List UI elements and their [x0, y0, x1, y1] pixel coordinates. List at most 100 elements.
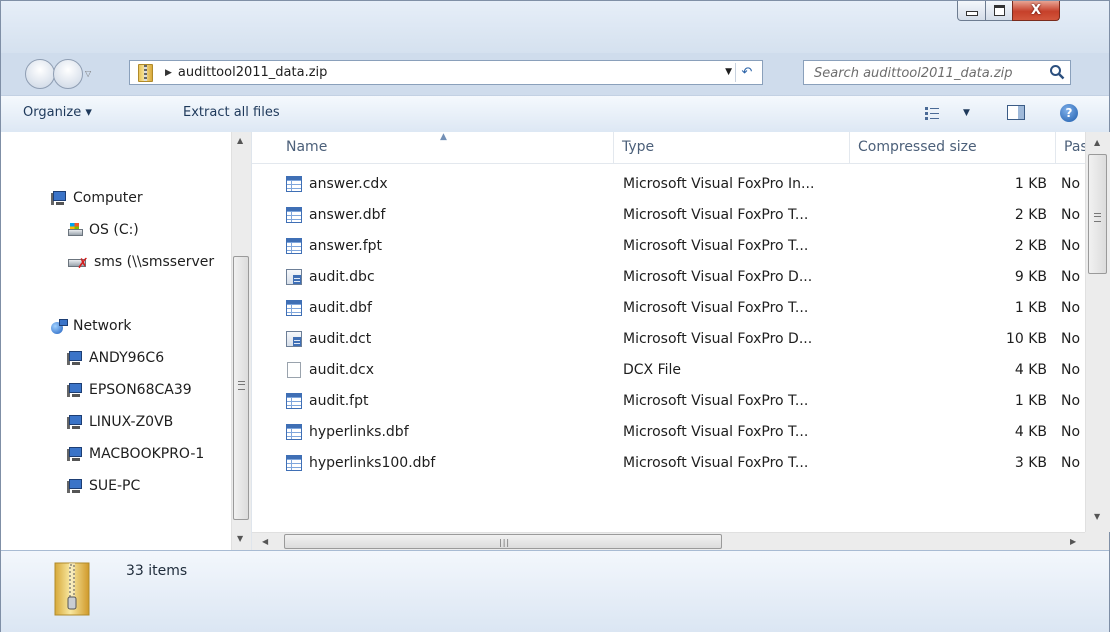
extract-all-button[interactable]: Extract all files: [183, 105, 280, 120]
file-row[interactable]: answer.dbf Microsoft Visual FoxPro T... 2 …: [252, 200, 1085, 230]
column-header-password[interactable]: Password: [1056, 132, 1086, 163]
file-name-cell[interactable]: audit.dbc: [286, 262, 606, 292]
title-bar[interactable]: X: [1, 1, 1109, 53]
file-type: Microsoft Visual FoxPro In...: [623, 176, 815, 192]
file-name: answer.cdx: [309, 176, 388, 192]
scroll-up-arrow-icon[interactable]: ▲: [237, 136, 243, 145]
file-name-cell[interactable]: audit.dct: [286, 324, 606, 354]
column-header-row: ▲ Name Type Compressed size Password: [252, 132, 1086, 164]
minimize-icon: [965, 11, 978, 16]
tree-item-label: Network: [73, 318, 132, 334]
preview-pane-icon[interactable]: [1007, 105, 1025, 120]
column-header-type[interactable]: Type: [614, 132, 850, 163]
navigation-scrollbar[interactable]: ▲ ▼: [231, 132, 251, 550]
breadcrumb-path[interactable]: audittool2011_data.zip: [178, 65, 327, 80]
minimize-button[interactable]: [957, 1, 986, 21]
file-name-cell[interactable]: answer.cdx: [286, 169, 606, 199]
recent-pages-dropdown[interactable]: ▽: [85, 69, 91, 78]
grip-icon: |||: [499, 538, 511, 547]
local-disk-icon: [67, 223, 84, 237]
file-row[interactable]: audit.dbf Microsoft Visual FoxPro T... 1 K…: [252, 293, 1085, 323]
navigation-scroll-thumb[interactable]: [233, 256, 249, 520]
tree-item-host[interactable]: MACBOOKPRO-1: [67, 446, 231, 462]
search-icon[interactable]: [1049, 64, 1065, 80]
maximize-button[interactable]: [985, 1, 1013, 21]
scroll-up-arrow-icon[interactable]: ▲: [1094, 138, 1100, 147]
tree-item-label: OS (C:): [89, 222, 139, 238]
file-name-cell[interactable]: hyperlinks100.dbf: [286, 448, 606, 478]
network-icon: [51, 318, 68, 334]
file-name-cell[interactable]: audit.dbf: [286, 293, 606, 323]
disconnected-network-drive-icon: ✗: [67, 255, 89, 270]
scroll-down-arrow-icon[interactable]: ▼: [237, 534, 243, 543]
tree-item-host[interactable]: EPSON68CA39: [67, 382, 231, 398]
table-file-icon: [286, 424, 302, 440]
table-file-icon: [286, 300, 302, 316]
scroll-right-arrow-icon[interactable]: ▶: [1070, 537, 1076, 546]
file-row[interactable]: audit.dbc Microsoft Visual FoxPro D... 9 K…: [252, 262, 1085, 292]
tree-item-label: EPSON68CA39: [89, 382, 192, 398]
breadcrumb-arrow-icon[interactable]: ▶: [165, 68, 172, 78]
search-input[interactable]: [812, 62, 1044, 85]
command-bar: Organize ▾ Extract all files ▼ ?: [1, 95, 1109, 134]
tree-item-computer[interactable]: Computer: [51, 190, 143, 206]
help-icon[interactable]: ?: [1060, 104, 1078, 122]
file-row[interactable]: answer.fpt Microsoft Visual FoxPro T... 2 …: [252, 231, 1085, 261]
grip-icon: [238, 381, 245, 390]
file-name-cell[interactable]: audit.fpt: [286, 386, 606, 416]
address-bar[interactable]: ▶ audittool2011_data.zip ▼ ↶: [129, 60, 763, 85]
file-row[interactable]: audit.dct Microsoft Visual FoxPro D... 10 …: [252, 324, 1085, 354]
item-count: 33 items: [126, 563, 188, 579]
file-size: 10 KB: [1005, 331, 1047, 347]
column-header-size[interactable]: Compressed size: [850, 132, 1056, 163]
close-button[interactable]: X: [1012, 1, 1060, 21]
scroll-left-arrow-icon[interactable]: ◀: [262, 537, 268, 546]
file-row[interactable]: hyperlinks.dbf Microsoft Visual FoxPro T.…: [252, 417, 1085, 447]
forward-button[interactable]: [53, 59, 83, 89]
file-list-pane: ▲ Name Type Compressed size Password ans…: [252, 132, 1110, 551]
file-name: audit.fpt: [309, 393, 369, 409]
maximize-icon: [993, 5, 1005, 16]
file-name-cell[interactable]: answer.dbf: [286, 200, 606, 230]
file-type: Microsoft Visual FoxPro T...: [623, 207, 809, 223]
tree-item-host[interactable]: SUE-PC: [67, 478, 231, 494]
file-row[interactable]: audit.fpt Microsoft Visual FoxPro T... 1 K…: [252, 386, 1085, 416]
tree-item-label: sms (\\smsserver: [94, 254, 215, 270]
organize-button[interactable]: Organize ▾: [23, 105, 92, 120]
address-history-dropdown[interactable]: ▼: [725, 67, 732, 77]
back-button[interactable]: [25, 59, 55, 89]
tree-item-drive[interactable]: OS (C:): [67, 222, 231, 238]
scroll-down-arrow-icon[interactable]: ▼: [1094, 512, 1100, 521]
file-row[interactable]: audit.dcx DCX File 4 KB No: [252, 355, 1085, 385]
file-row[interactable]: hyperlinks100.dbf Microsoft Visual FoxPro…: [252, 448, 1085, 478]
change-view-icon[interactable]: [925, 106, 939, 120]
explorer-window: X ▽ ▶ audittool2011_data.zip ▼ ↶ Organiz…: [0, 0, 1110, 632]
file-size: 2 KB: [1014, 207, 1047, 223]
file-name-cell[interactable]: audit.dcx: [286, 355, 606, 385]
tree-item-label: MACBOOKPRO-1: [89, 446, 205, 462]
file-name-cell[interactable]: hyperlinks.dbf: [286, 417, 606, 447]
file-size: 2 KB: [1014, 238, 1047, 254]
view-options-dropdown[interactable]: ▼: [963, 108, 970, 118]
search-box[interactable]: [803, 60, 1071, 85]
file-type: Microsoft Visual FoxPro D...: [623, 269, 813, 285]
file-name-cell[interactable]: answer.fpt: [286, 231, 606, 261]
tree-item-host[interactable]: ANDY96C6: [67, 350, 231, 366]
file-type: Microsoft Visual FoxPro T...: [623, 424, 809, 440]
file-name: hyperlinks.dbf: [309, 424, 409, 440]
refresh-button[interactable]: ↶: [735, 63, 758, 82]
tree-item-drive[interactable]: ✗ sms (\\smsserver: [67, 254, 231, 270]
tree-item-label: ANDY96C6: [89, 350, 165, 366]
column-header-name[interactable]: Name: [278, 132, 614, 163]
tree-item-label: Computer: [73, 190, 143, 206]
file-name: hyperlinks100.dbf: [309, 455, 436, 471]
file-list-horizontal-thumb[interactable]: |||: [284, 534, 722, 549]
file-list-vertical-thumb[interactable]: [1088, 154, 1107, 274]
file-list-vertical-scrollbar[interactable]: ▲ ▼: [1085, 132, 1110, 532]
tree-item-network[interactable]: Network: [51, 318, 131, 334]
tree-item-host[interactable]: LINUX-Z0VB: [67, 414, 231, 430]
database-file-icon: [286, 269, 302, 285]
zip-folder-large-icon: [54, 562, 90, 616]
file-row[interactable]: answer.cdx Microsoft Visual FoxPro In... 1…: [252, 169, 1085, 199]
file-list-horizontal-scrollbar[interactable]: ◀ ||| ▶: [252, 532, 1085, 551]
